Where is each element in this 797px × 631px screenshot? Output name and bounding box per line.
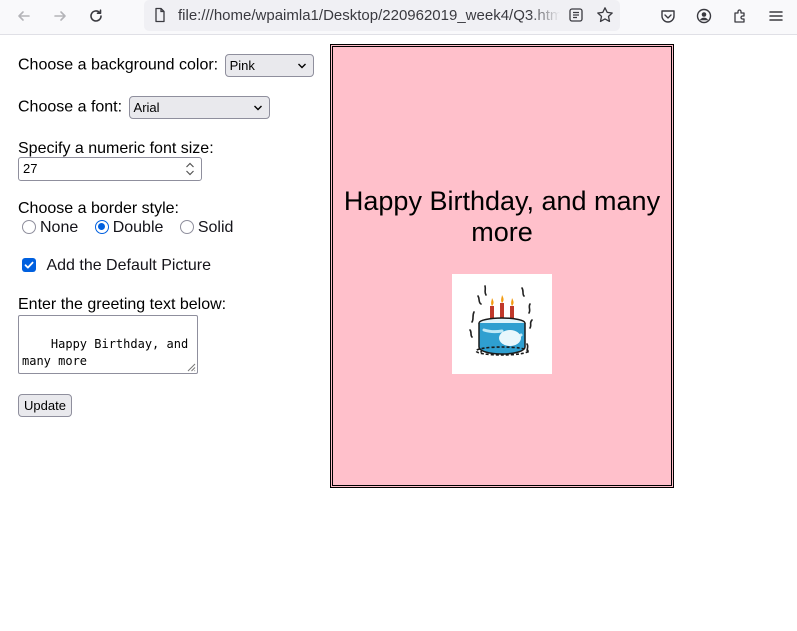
- font-label: Choose a font:: [18, 98, 123, 116]
- reader-view-icon[interactable]: [568, 7, 584, 23]
- background-color-row: Choose a background color: Pink: [18, 54, 314, 77]
- account-icon: [696, 8, 712, 24]
- card-greeting-text: Happy Birthday, and many more: [343, 186, 661, 247]
- card-picture: [452, 274, 552, 374]
- greeting-card: Happy Birthday, and many more: [330, 44, 674, 488]
- account-button[interactable]: [689, 3, 719, 29]
- font-size-input[interactable]: 27: [18, 157, 202, 181]
- resize-grip-icon[interactable]: [187, 363, 196, 372]
- radio-none[interactable]: [22, 220, 36, 234]
- border-style-label: Choose a border style:: [18, 200, 179, 217]
- back-arrow-icon: [18, 11, 30, 21]
- greeting-text-label: Enter the greeting text below:: [18, 296, 227, 313]
- radio-solid-label[interactable]: Solid: [198, 219, 234, 236]
- font-value: Arial: [133, 100, 160, 115]
- forward-button[interactable]: [45, 3, 75, 29]
- hamburger-menu-icon: [769, 11, 783, 21]
- reload-button[interactable]: [81, 3, 111, 29]
- url-bar[interactable]: file:///home/wpaimla1/Desktop/220962019_…: [144, 0, 620, 31]
- font-row: Choose a font: Arial: [18, 96, 270, 119]
- chevron-down-icon: [253, 105, 262, 111]
- extensions-button[interactable]: [725, 3, 755, 29]
- bookmark-star-icon[interactable]: [596, 6, 614, 24]
- forward-arrow-icon: [54, 11, 66, 21]
- browser-toolbar: file:///home/wpaimla1/Desktop/220962019_…: [0, 0, 797, 35]
- url-text[interactable]: file:///home/wpaimla1/Desktop/220962019_…: [178, 7, 560, 25]
- greeting-textarea-value: Happy Birthday, and many more: [22, 337, 189, 368]
- birthday-cake-icon: [469, 285, 533, 356]
- font-select[interactable]: Arial: [128, 96, 270, 119]
- border-style-radio-group: None Double Solid: [22, 219, 245, 239]
- radio-solid[interactable]: [179, 220, 194, 234]
- background-color-value: Pink: [229, 58, 255, 73]
- background-color-select[interactable]: Pink: [224, 54, 314, 77]
- chevron-down-icon: [297, 63, 306, 69]
- default-picture-label[interactable]: Add the Default Picture: [46, 257, 211, 274]
- radio-none-label[interactable]: None: [40, 219, 78, 236]
- greeting-textarea[interactable]: Happy Birthday, and many more: [18, 315, 198, 374]
- default-picture-checkbox[interactable]: [22, 258, 36, 272]
- pocket-icon: [661, 10, 675, 23]
- back-button[interactable]: [9, 3, 39, 29]
- page-icon: [155, 7, 165, 23]
- radio-double-label[interactable]: Double: [113, 219, 164, 236]
- spinner-arrows-icon[interactable]: [183, 160, 197, 178]
- menu-button[interactable]: [761, 3, 791, 29]
- puzzle-piece-icon: [734, 9, 745, 23]
- radio-double[interactable]: [94, 220, 109, 234]
- update-button[interactable]: Update: [18, 394, 72, 417]
- font-size-value: 27: [23, 161, 38, 176]
- reload-icon: [90, 9, 102, 22]
- checkmark-icon: [24, 261, 34, 269]
- default-picture-row: Add the Default Picture: [22, 257, 211, 275]
- background-color-label: Choose a background color:: [18, 56, 219, 74]
- pocket-button[interactable]: [653, 3, 683, 29]
- font-size-label: Specify a numeric font size:: [18, 140, 214, 157]
